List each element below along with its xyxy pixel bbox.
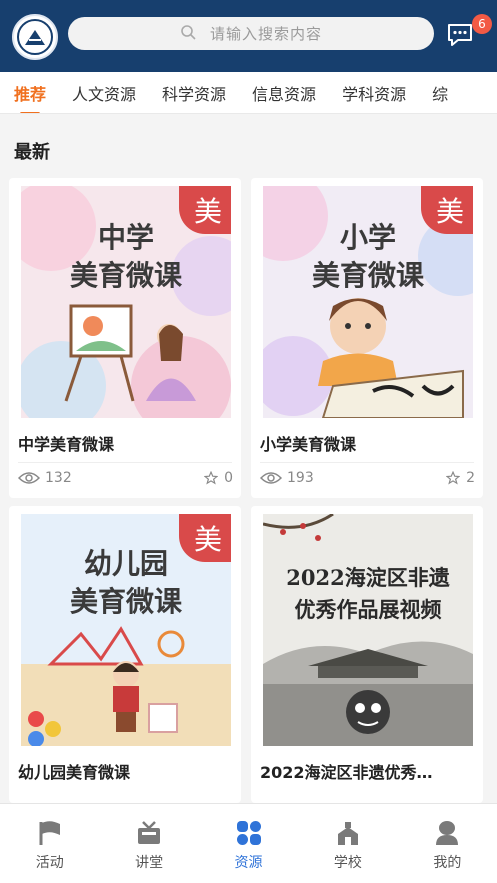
tab-subject[interactable]: 学科资源: [342, 81, 406, 105]
nav-label: 学校: [333, 855, 362, 871]
bottom-nav: 活动 讲堂 资源 学校 我的: [0, 803, 497, 883]
nav-school[interactable]: 学校: [298, 804, 397, 883]
card-thumbnail: 小学 美育微课 美: [263, 186, 473, 418]
card-title: 幼儿园美育微课: [18, 763, 131, 782]
nav-activity[interactable]: 活动: [0, 804, 99, 883]
grid-icon: [236, 821, 261, 845]
classroom-icon: [138, 821, 161, 844]
card-divider: [260, 462, 474, 463]
view-count-value: 193: [287, 470, 314, 486]
resource-card[interactable]: 幼儿园 美育微课 美 幼儿园美育微课: [9, 506, 241, 803]
card-divider: [18, 462, 232, 463]
art-ribbon: 美: [179, 186, 231, 234]
resource-card[interactable]: 中学 美育微课 美 中学美育微课 132 0: [9, 178, 241, 498]
card-thumbnail: 2022海淀区非遗 优秀作品展视频: [263, 514, 473, 746]
poster-title-line2: 美育微课: [311, 259, 424, 292]
category-tabs: 推荐 人文资源 科学资源 信息资源 学科资源 综: [0, 72, 497, 114]
poster-title-line2: 优秀作品展视频: [294, 597, 442, 622]
section-title: 最新: [14, 142, 50, 163]
resource-card[interactable]: 小学 美育微课 美 小学美育微课 193 2: [251, 178, 483, 498]
top-bar: 请输入搜索内容 6: [0, 0, 497, 72]
poster-title-line1: 2022海淀区非遗: [286, 565, 450, 590]
favorite-button[interactable]: 2: [446, 470, 475, 486]
view-count: 132: [18, 470, 72, 486]
message-count-badge: 6: [472, 14, 492, 34]
card-thumbnail: 中学 美育微课 美: [21, 186, 231, 418]
card-thumbnail: 幼儿园 美育微课 美: [21, 514, 231, 746]
flag-icon: [39, 821, 60, 845]
favorite-count: 0: [224, 470, 233, 486]
tab-science[interactable]: 科学资源: [162, 81, 226, 105]
nav-label: 资源: [234, 855, 263, 871]
search-icon: [180, 24, 196, 44]
nav-label: 活动: [35, 855, 64, 871]
tab-humanities[interactable]: 人文资源: [72, 81, 136, 105]
eye-icon: [260, 472, 282, 484]
art-ribbon: 美: [179, 514, 231, 562]
view-count: 193: [260, 470, 314, 486]
nav-profile[interactable]: 我的: [398, 804, 497, 883]
poster-title-line2: 美育微课: [69, 259, 182, 292]
eye-icon: [18, 472, 40, 484]
favorite-count: 2: [466, 470, 475, 486]
school-logo[interactable]: [12, 14, 58, 60]
user-icon: [436, 821, 459, 845]
star-icon: [446, 471, 461, 485]
resource-card[interactable]: 2022海淀区非遗 优秀作品展视频 2022海淀区非遗优秀…: [251, 506, 483, 803]
nav-resources[interactable]: 资源: [199, 804, 298, 883]
star-icon: [204, 471, 219, 485]
search-placeholder: 请输入搜索内容: [209, 25, 322, 43]
nav-label: 讲堂: [135, 855, 164, 871]
search-input[interactable]: 请输入搜索内容: [68, 17, 434, 50]
poster-title-line2: 美育微课: [69, 585, 182, 618]
art-ribbon: 美: [421, 186, 473, 234]
tab-more[interactable]: 综: [432, 81, 448, 105]
card-title: 2022海淀区非遗优秀…: [260, 763, 433, 782]
card-title: 中学美育微课: [18, 435, 115, 454]
nav-lecture[interactable]: 讲堂: [99, 804, 198, 883]
tab-information[interactable]: 信息资源: [252, 81, 316, 105]
card-title: 小学美育微课: [260, 435, 357, 454]
ink-painting-background: [263, 514, 473, 746]
favorite-button[interactable]: 0: [204, 470, 233, 486]
nav-label: 我的: [433, 855, 462, 871]
tab-recommend[interactable]: 推荐: [14, 81, 46, 113]
school-icon: [337, 822, 358, 845]
logo-emblem-icon: [17, 19, 53, 55]
view-count-value: 132: [45, 470, 72, 486]
